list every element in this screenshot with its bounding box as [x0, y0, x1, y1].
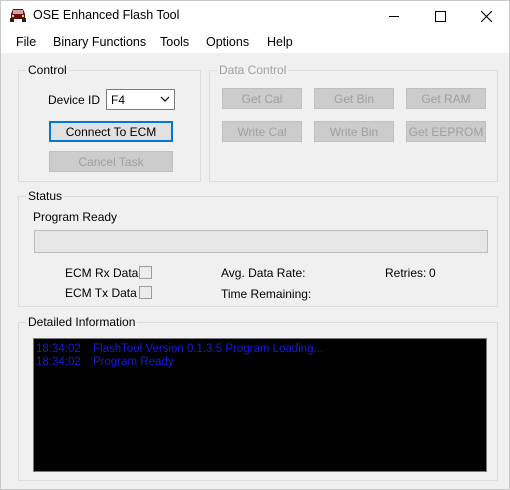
maximize-icon: [434, 10, 446, 22]
ecm-tx-label: ECM Tx Data: [65, 286, 137, 300]
log-box[interactable]: 18:34:02 FlashTool Version 0.1.3.5 Progr…: [33, 338, 487, 472]
device-id-value: F4: [111, 93, 126, 107]
ecm-tx-checkbox[interactable]: [139, 286, 152, 299]
get-eeprom-button[interactable]: Get EEPROM: [406, 121, 486, 142]
data-control-group: Data Control Get Cal Get Bin Get RAM Wri…: [209, 63, 498, 182]
progress-bar: [34, 230, 488, 253]
ecm-rx-checkbox[interactable]: [139, 266, 152, 279]
title-bar[interactable]: OSE Enhanced Flash Tool: [1, 1, 509, 31]
minimize-button[interactable]: [371, 1, 417, 31]
log-time: 18:34:02: [36, 356, 81, 368]
window-title: OSE Enhanced Flash Tool: [33, 8, 180, 22]
cancel-task-button[interactable]: Cancel Task: [49, 151, 173, 172]
write-cal-button[interactable]: Write Cal: [222, 121, 302, 142]
log-message: FlashTool Version 0.1.3.5 Program Loadin…: [93, 343, 324, 355]
menu-options[interactable]: Options: [206, 35, 249, 49]
retries-value: 0: [429, 266, 436, 280]
data-control-group-label: Data Control: [217, 63, 289, 77]
chevron-down-icon: [160, 96, 170, 102]
app-car-icon: [10, 9, 26, 22]
device-id-select[interactable]: F4: [106, 89, 175, 110]
close-icon: [480, 10, 492, 22]
time-remaining-label: Time Remaining:: [221, 287, 312, 301]
details-group: Detailed Information 18:34:02 FlashTool …: [18, 315, 498, 481]
menu-binary-functions[interactable]: Binary Functions: [53, 35, 146, 49]
menu-file[interactable]: File: [16, 35, 36, 49]
log-message: Program Ready: [93, 356, 174, 368]
status-message: Program Ready: [33, 210, 118, 224]
minimize-icon: [388, 15, 399, 17]
write-bin-button[interactable]: Write Bin: [314, 121, 394, 142]
flash-tool-window: OSE Enhanced Flash Tool File Binary Func…: [0, 0, 510, 490]
control-group-label: Control: [26, 63, 69, 77]
status-group-label: Status: [26, 189, 65, 203]
get-ram-button[interactable]: Get RAM: [406, 88, 486, 109]
control-group: Control Device ID F4 Connect To ECM Canc…: [18, 63, 201, 182]
status-group: Status Program Ready ECM Rx Data ECM Tx …: [18, 189, 498, 307]
maximize-button[interactable]: [417, 1, 463, 31]
device-id-label: Device ID: [48, 93, 101, 107]
retries-label: Retries:: [385, 266, 427, 280]
details-group-label: Detailed Information: [26, 315, 138, 329]
ecm-rx-label: ECM Rx Data: [65, 266, 139, 280]
menu-tools[interactable]: Tools: [160, 35, 189, 49]
menu-bar: File Binary Functions Tools Options Help: [1, 31, 509, 53]
get-bin-button[interactable]: Get Bin: [314, 88, 394, 109]
log-time: 18:34:02: [36, 343, 81, 355]
menu-help[interactable]: Help: [267, 35, 293, 49]
close-button[interactable]: [463, 1, 509, 31]
avg-data-rate-label: Avg. Data Rate:: [221, 266, 306, 280]
get-cal-button[interactable]: Get Cal: [222, 88, 302, 109]
connect-to-ecm-button[interactable]: Connect To ECM: [49, 121, 173, 142]
